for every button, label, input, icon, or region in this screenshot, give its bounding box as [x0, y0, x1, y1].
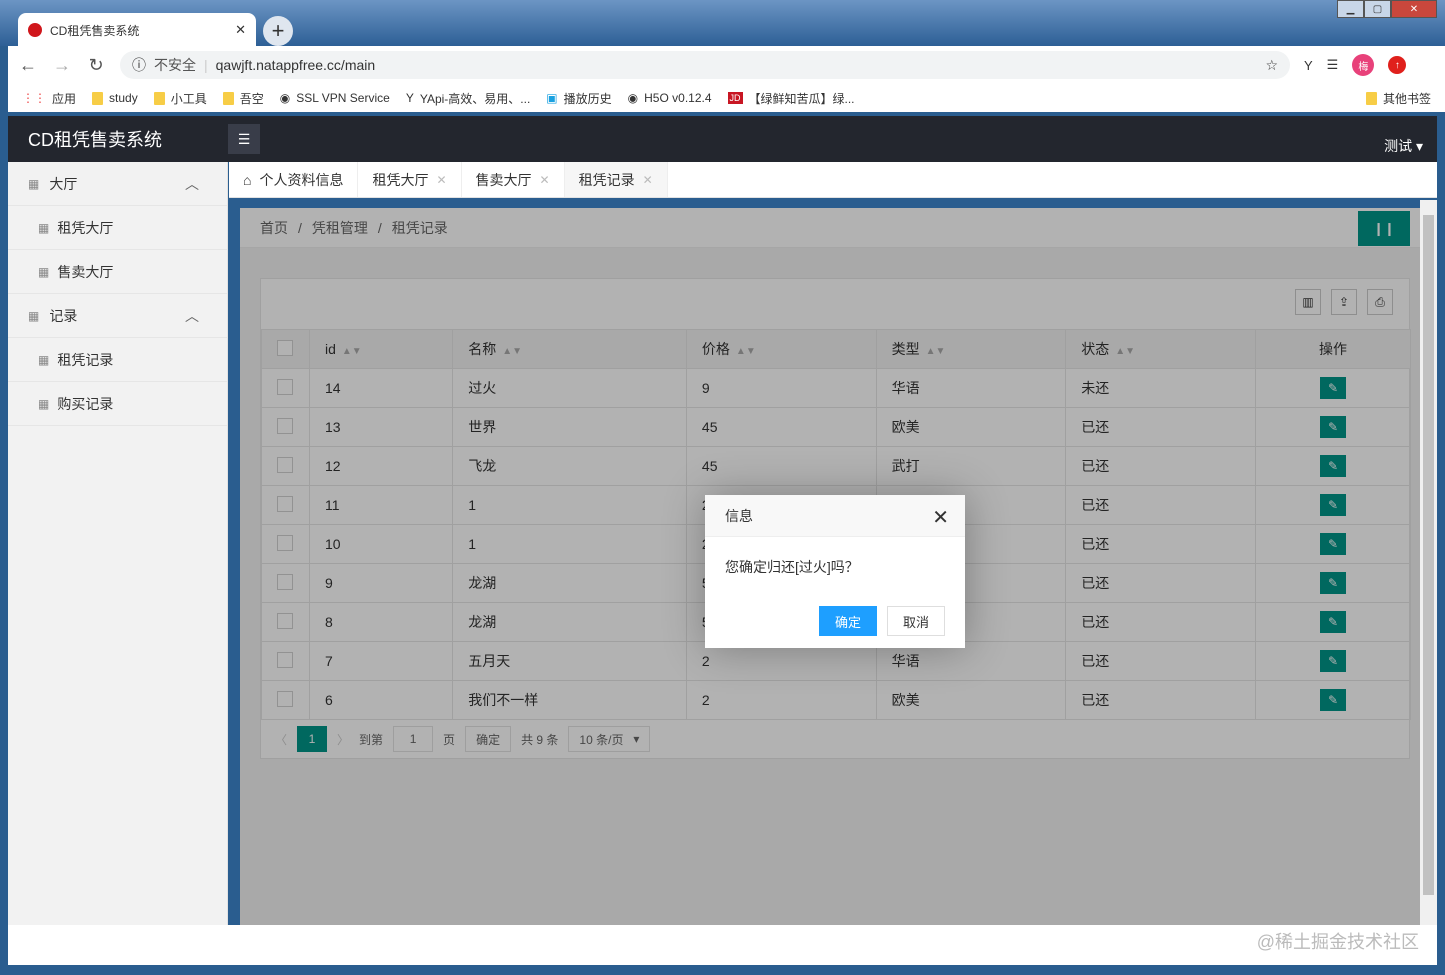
favicon-icon: [28, 23, 42, 37]
jd-icon: JD: [727, 92, 743, 104]
sidebar-group-hall[interactable]: ▦ 大厅 ︿: [8, 162, 227, 206]
window-close-button[interactable]: ✕: [1391, 0, 1437, 18]
browser-tab[interactable]: CD租凭售卖系统 ✕: [18, 13, 256, 47]
bookmark-vpn[interactable]: ◉ SSL VPN Service: [280, 91, 390, 105]
chevron-up-icon: ︿: [185, 307, 199, 324]
tab-profile[interactable]: ⌂ 个人资料信息: [229, 162, 359, 197]
bilibili-icon: ▣: [546, 91, 558, 105]
forward-icon[interactable]: →: [52, 55, 72, 76]
tab-rent-hall[interactable]: 租凭大厅 ✕: [358, 162, 462, 197]
sidebar-group-records[interactable]: ▦ 记录 ︿: [8, 294, 227, 338]
back-icon[interactable]: ←: [18, 55, 38, 76]
close-icon[interactable]: ✕: [643, 173, 653, 187]
yapi-extension-icon[interactable]: Y: [1304, 58, 1313, 73]
sidebar-item-purchase-records[interactable]: ▦ 购买记录: [8, 382, 227, 426]
close-icon[interactable]: ✕: [436, 173, 446, 187]
dialog-title: 信息: [725, 507, 753, 524]
sidebar: ▦ 大厅 ︿ ▦ 租凭大厅 ▦ 售卖大厅 ▦ 记录 ︿ ▦ 租凭记录 ▦ 购买记录: [8, 162, 228, 925]
bookmark-study[interactable]: study: [92, 91, 138, 105]
info-icon: ⓘ: [132, 57, 146, 73]
window-controls: ▁ ▢ ✕: [1337, 0, 1437, 18]
tab-sale-hall[interactable]: 售卖大厅 ✕: [462, 162, 565, 197]
address-bar[interactable]: ⓘ 不安全 | qawjft.natappfree.cc/main ☆: [120, 51, 1290, 79]
globe-icon: ◉: [627, 91, 639, 105]
menu-toggle-icon[interactable]: ☰: [228, 124, 260, 154]
bookmark-h5o[interactable]: ◉ H5O v0.12.4: [628, 91, 712, 105]
user-menu[interactable]: 测试 ▾: [1384, 136, 1423, 156]
confirm-dialog: 信息 ✕ 您确定归还[过火]吗？ 确定 取消: [705, 495, 965, 648]
bookmark-other[interactable]: 其他书签: [1365, 90, 1431, 107]
grid-icon: ▦: [28, 176, 40, 191]
grid-icon: ▦: [38, 352, 50, 367]
app-header: CD租凭售卖系统 ☰ 测试 ▾: [8, 116, 1437, 162]
bookmarks-bar: ⋮⋮ 应用 study 小工具 吾空 ◉ SSL VPN Service Y YApi…: [8, 84, 1445, 112]
scrollbar[interactable]: [1420, 200, 1437, 925]
watermark: @稀土掘金技术社区: [1256, 932, 1419, 952]
url-input[interactable]: qawjft.natappfree.cc/main: [216, 57, 1258, 73]
bookmark-apps[interactable]: ⋮⋮ 应用: [22, 90, 76, 107]
security-label: 不安全: [154, 57, 196, 73]
update-icon[interactable]: ↑: [1388, 56, 1407, 74]
dialog-message: 您确定归还[过火]吗？: [725, 559, 859, 575]
sidebar-item-rent-records[interactable]: ▦ 租凭记录: [8, 338, 227, 382]
sidebar-item-rent-hall[interactable]: ▦ 租凭大厅: [8, 206, 227, 250]
bookmark-tools[interactable]: 小工具: [153, 90, 207, 107]
cancel-button[interactable]: 取消: [886, 606, 945, 636]
minimize-button[interactable]: ▁: [1337, 0, 1364, 18]
globe-icon: ◉: [279, 91, 291, 105]
yapi-icon: Y: [405, 91, 414, 105]
app-logo: CD租凭售卖系统: [28, 130, 162, 150]
bookmark-history[interactable]: ▣ 播放历史: [546, 90, 611, 107]
maximize-button[interactable]: ▢: [1364, 0, 1391, 18]
page-tabs: ⌂ 个人资料信息 租凭大厅 ✕ 售卖大厅 ✕ 租凭记录 ✕: [229, 162, 1437, 198]
chevron-up-icon: ︿: [185, 175, 199, 192]
apps-icon: ⋮⋮: [22, 91, 46, 105]
sidebar-item-sale-hall[interactable]: ▦ 售卖大厅: [8, 250, 227, 294]
bookmark-wukong[interactable]: 吾空: [222, 90, 264, 107]
bookmark-jd[interactable]: JD 【绿鲜知苦瓜】绿...: [727, 90, 855, 107]
folder-icon: [1365, 91, 1377, 105]
tab-title: CD租凭售卖系统: [50, 23, 140, 38]
grid-icon: ▦: [28, 308, 40, 323]
folder-icon: [153, 91, 165, 105]
folder-icon: [222, 91, 234, 105]
status-area: @稀土掘金技术社区: [8, 925, 1437, 965]
profile-avatar[interactable]: 梅: [1352, 54, 1375, 76]
grid-icon: ▦: [38, 264, 50, 279]
media-icon[interactable]: ☰: [1327, 57, 1339, 73]
star-icon[interactable]: ☆: [1265, 57, 1278, 74]
tab-rent-records[interactable]: 租凭记录 ✕: [564, 162, 668, 197]
bookmark-yapi[interactable]: Y YApi-高效、易用、...: [406, 90, 530, 107]
browser-toolbar: ← → ↻ ⓘ 不安全 | qawjft.natappfree.cc/main ☆…: [8, 46, 1445, 84]
reload-icon[interactable]: ↻: [86, 55, 106, 76]
grid-icon: ▦: [38, 396, 50, 411]
close-icon[interactable]: ✕: [932, 505, 949, 530]
close-icon[interactable]: ✕: [540, 173, 550, 187]
close-tab-icon[interactable]: ✕: [235, 22, 246, 38]
home-icon: ⌂: [243, 171, 252, 188]
confirm-button[interactable]: 确定: [818, 606, 877, 636]
new-tab-button[interactable]: +: [263, 16, 293, 46]
folder-icon: [92, 91, 104, 105]
grid-icon: ▦: [38, 220, 50, 235]
